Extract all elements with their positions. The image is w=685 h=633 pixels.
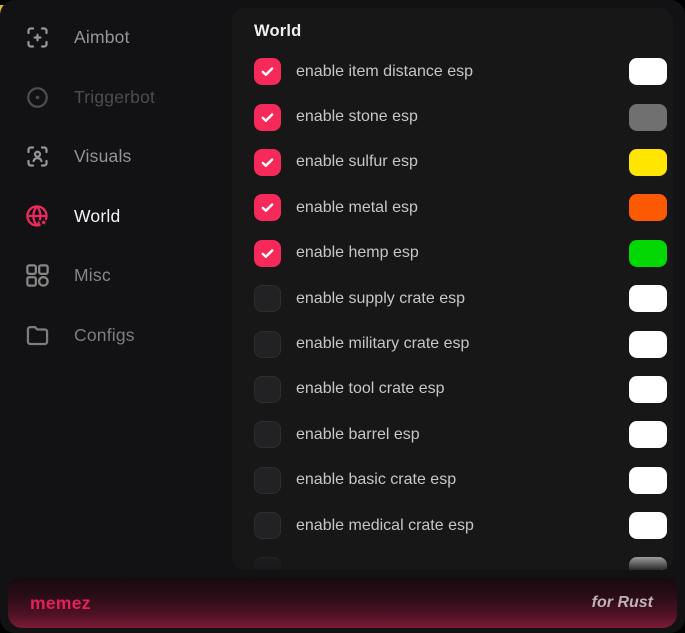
sidebar-item-label: Misc: [74, 265, 111, 286]
settings-rows: enable item distance esp enable stone esp…: [232, 49, 673, 570]
setting-label: enable medical crate esp: [296, 517, 629, 535]
setting-row: enable metal esp: [232, 185, 673, 230]
checkbox-checked[interactable]: [254, 58, 281, 85]
setting-label: enable basic crate esp: [296, 471, 629, 489]
setting-label: enable sulfur esp: [296, 153, 629, 171]
checkbox-unchecked[interactable]: [254, 512, 281, 539]
sidebar-item-configs[interactable]: Configs: [0, 306, 232, 366]
sidebar-item-label: Visuals: [74, 146, 132, 167]
color-swatch[interactable]: [629, 512, 667, 539]
setting-label: enable barrel esp: [296, 426, 629, 444]
setting-label: enable metal esp: [296, 199, 629, 217]
cheat-menu-window: AimbotTriggerbotVisualsWorldMiscConfigs …: [0, 0, 685, 633]
sidebar-item-label: Triggerbot: [74, 87, 155, 108]
color-swatch[interactable]: [629, 194, 667, 221]
sidebar-item-world[interactable]: World: [0, 187, 232, 247]
setting-label: enable hemp esp: [296, 244, 629, 262]
visuals-icon: [24, 143, 51, 170]
panel-title: World: [254, 22, 673, 41]
setting-label: enable stone esp: [296, 108, 629, 126]
setting-row: enable tool crate esp: [232, 367, 673, 412]
setting-row: enable sulfur esp: [232, 140, 673, 185]
checkbox-unchecked[interactable]: [254, 285, 281, 312]
color-swatch[interactable]: [629, 240, 667, 267]
checkbox-checked[interactable]: [254, 194, 281, 221]
color-swatch[interactable]: [629, 467, 667, 494]
color-swatch[interactable]: [629, 104, 667, 131]
footer-bar: memez for Rust: [8, 578, 677, 628]
color-swatch[interactable]: [629, 331, 667, 358]
setting-label: enable military crate esp: [296, 335, 629, 353]
setting-row: enable supply crate esp: [232, 276, 673, 321]
world-icon: [24, 203, 51, 230]
checkbox-checked[interactable]: [254, 149, 281, 176]
checkbox-checked[interactable]: [254, 104, 281, 131]
setting-row: enable hemp esp: [232, 231, 673, 276]
checkbox-unchecked[interactable]: [254, 376, 281, 403]
setting-row: enable basic crate esp: [232, 458, 673, 503]
tagline-label: for Rust: [592, 594, 653, 612]
misc-icon: [24, 262, 51, 289]
checkbox-checked[interactable]: [254, 240, 281, 267]
checkbox-unchecked[interactable]: [254, 557, 281, 570]
sidebar-item-misc[interactable]: Misc: [0, 246, 232, 306]
sidebar-item-aimbot[interactable]: Aimbot: [0, 8, 232, 68]
color-swatch[interactable]: [629, 285, 667, 312]
color-swatch[interactable]: [629, 421, 667, 448]
checkbox-unchecked[interactable]: [254, 331, 281, 358]
setting-row: enable barrel esp: [232, 412, 673, 457]
sidebar-item-label: Configs: [74, 325, 135, 346]
brand-label: memez: [30, 593, 91, 614]
setting-label: enable tool crate esp: [296, 380, 629, 398]
setting-label: enable supply crate esp: [296, 290, 629, 308]
world-settings-panel: World enable item distance esp enable sto…: [232, 8, 673, 570]
checkbox-unchecked[interactable]: [254, 421, 281, 448]
setting-row: enable medical crate esp: [232, 503, 673, 548]
triggerbot-icon: [24, 84, 51, 111]
sidebar-nav: Aimbot Triggerbot Visuals World Misc Configs: [0, 8, 232, 365]
sidebar-item-label: World: [74, 206, 120, 227]
color-swatch[interactable]: [629, 557, 667, 570]
configs-icon: [24, 322, 51, 349]
checkbox-unchecked[interactable]: [254, 467, 281, 494]
setting-label: enable item distance esp: [296, 63, 629, 81]
setting-row: [232, 548, 673, 570]
color-swatch[interactable]: [629, 376, 667, 403]
setting-row: enable stone esp: [232, 94, 673, 139]
setting-row: enable item distance esp: [232, 49, 673, 94]
aimbot-icon: [24, 24, 51, 51]
color-swatch[interactable]: [629, 58, 667, 85]
sidebar-item-triggerbot[interactable]: Triggerbot: [0, 68, 232, 128]
color-swatch[interactable]: [629, 149, 667, 176]
sidebar-item-label: Aimbot: [74, 27, 130, 48]
sidebar-item-visuals[interactable]: Visuals: [0, 127, 232, 187]
setting-row: enable military crate esp: [232, 321, 673, 366]
